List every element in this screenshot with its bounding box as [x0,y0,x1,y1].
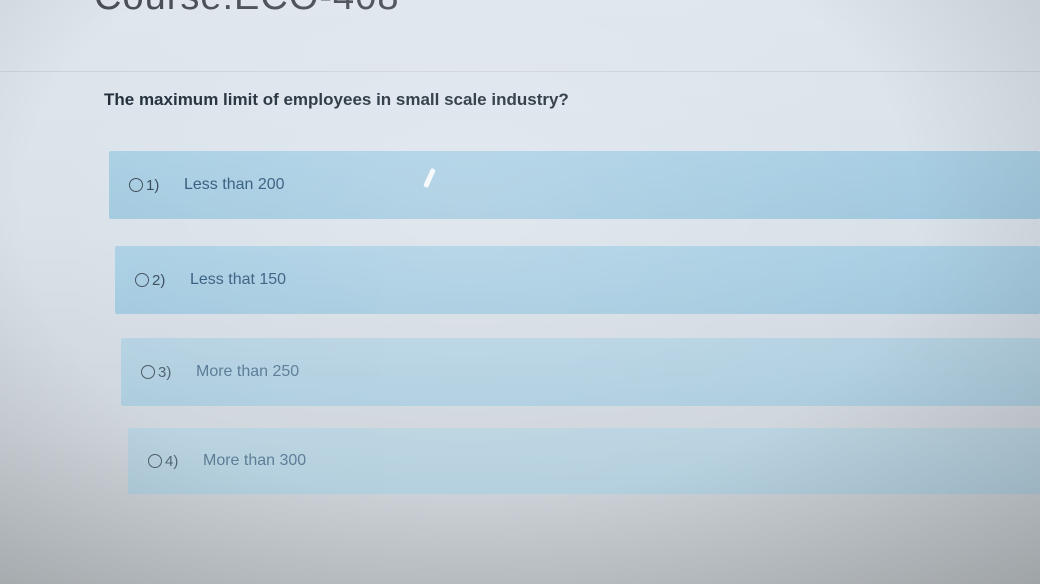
option-label-3[interactable]: More than 250 [196,363,299,381]
option-label-2[interactable]: Less that 150 [190,271,286,289]
answer-option-4[interactable]: 4) More than 300 [128,428,1040,494]
option-number-3: 3) [158,363,172,381]
course-title: Course:ECO-408 [94,0,399,19]
option-number-1: 1) [146,176,160,194]
answer-option-3[interactable]: 3) More than 250 [121,338,1040,406]
radio-button-2[interactable] [135,273,149,287]
answer-option-1[interactable]: 1) Less than 200 [109,151,1040,219]
radio-button-3[interactable] [141,365,155,379]
option-label-1[interactable]: Less than 200 [184,176,285,194]
option-number-2: 2) [152,271,166,289]
answer-option-2[interactable]: 2) Less that 150 [115,246,1040,314]
option-label-4[interactable]: More than 300 [203,452,306,470]
question-text: The maximum limit of employees in small … [104,90,569,109]
option-number-4: 4) [165,452,179,470]
header-divider [0,71,1040,72]
radio-button-1[interactable] [129,178,143,192]
radio-button-4[interactable] [148,454,162,468]
